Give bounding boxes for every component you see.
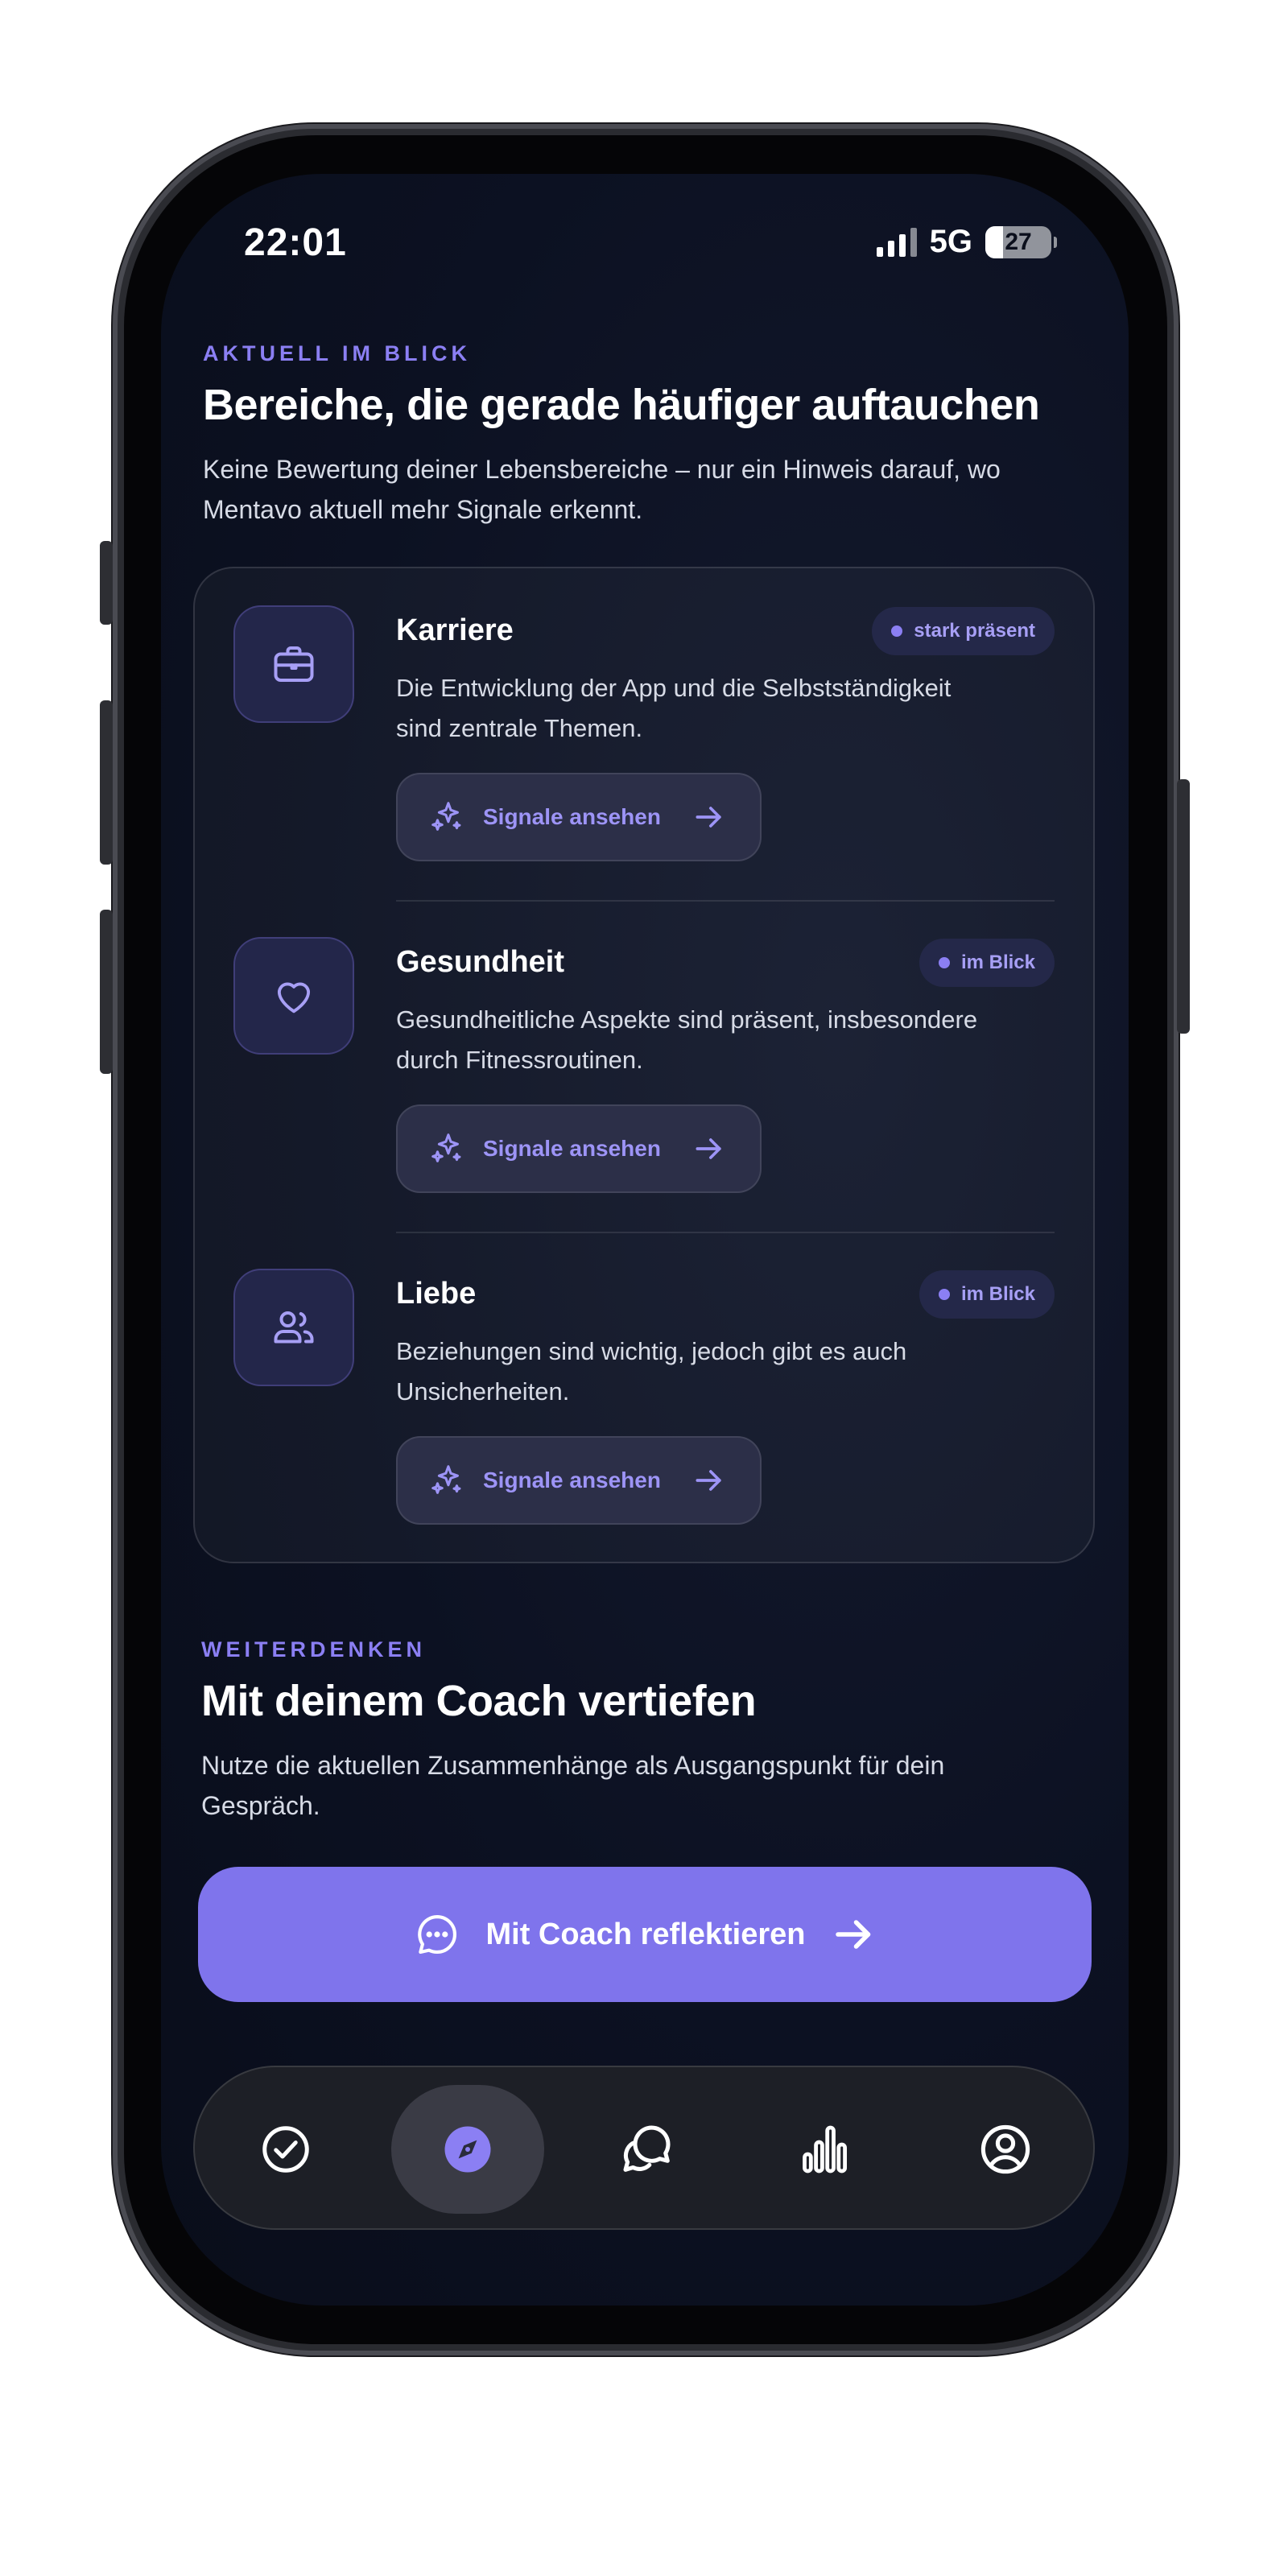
tab-explore[interactable] [391,2085,544,2214]
area-title: Karriere [396,613,514,647]
area-title: Gesundheit [396,945,565,979]
view-signals-label: Signale ansehen [483,804,661,829]
status-badge: im Blick [919,1270,1055,1319]
phone-power-button [1177,779,1190,1034]
area-description-line: Unsicherheiten. [396,1377,570,1406]
status-badge: stark präsent [872,607,1055,655]
area-item-gesundheit: Gesundheit im Blick Gesundheitliche Aspe… [195,900,1093,1222]
badge-label: im Blick [960,1283,1035,1305]
area-icon-container [233,1269,354,1386]
badge-dot [938,957,950,968]
area-description-line: Die Entwicklung der App und die Selbstst… [396,674,952,702]
chat-dots-icon [417,1914,456,1955]
tab-chat[interactable] [570,2085,723,2214]
phone-action-button [100,541,113,625]
chat-bubbles-icon [623,2125,671,2172]
phone-volume-down-button [100,910,113,1074]
view-signals-label: Signale ansehen [483,1468,661,1492]
app-screen: 22:01 5G 27 AKTUELL IM BLICK Bereiche, d… [161,174,1129,2306]
coach-subtitle-line: Nutze die aktuellen Zusammenhänge als Au… [201,1751,945,1780]
badge-label: stark präsent [914,620,1035,642]
tab-profile[interactable] [929,2085,1082,2214]
badge-dot [938,1289,950,1300]
heart-icon [277,982,311,1013]
phone-volume-up-button [100,700,113,865]
reflect-with-coach-label: Mit Coach reflektieren [485,1917,806,1951]
area-icon-container [233,937,354,1055]
tab-tasks[interactable] [209,2085,362,2214]
focus-eyebrow: AKTUELL IM BLICK [203,341,471,365]
people-icon [274,1311,314,1344]
focus-subtitle-line: Mentavo aktuell mehr Signale erkennt. [203,495,643,524]
coach-subtitle-line: Gespräch. [201,1791,320,1820]
area-item-karriere: Karriere stark präsent Die Entwicklung d… [195,568,1093,890]
network-type: 5G [929,224,972,259]
coach-subtitle: Nutze die aktuellen Zusammenhänge als Au… [201,1745,1087,1826]
sparkles-icon [431,1465,461,1494]
bottom-tab-bar [193,2066,1095,2230]
view-signals-button-karriere[interactable]: Signale ansehen [396,773,762,861]
status-indicators: 5G 27 [876,224,1057,260]
compass-icon [444,2126,491,2173]
arrow-right-icon [696,807,721,828]
profile-icon [980,2124,1030,2174]
sparkles-icon [431,802,461,831]
area-description: Gesundheitliche Aspekte sind präsent, in… [396,1000,1064,1080]
status-time: 22:01 [244,221,347,264]
area-description-line: durch Fitnessroutinen. [396,1046,643,1074]
cellular-signal-icon [876,227,917,257]
view-signals-label: Signale ansehen [483,1136,661,1161]
area-item-liebe: Liebe im Blick Beziehungen sind wichtig,… [195,1232,1093,1554]
view-signals-button-gesundheit[interactable]: Signale ansehen [396,1104,762,1193]
coach-title: Mit deinem Coach vertiefen [201,1677,757,1725]
battery-icon: 27 [985,225,1057,258]
area-description-line: sind zentrale Themen. [396,714,643,742]
bar-chart-icon [803,2125,848,2174]
briefcase-icon [274,646,314,682]
arrow-right-icon [835,1920,870,1949]
area-description: Die Entwicklung der App und die Selbstst… [396,668,1064,749]
area-description: Beziehungen sind wichtig, jedoch gibt es… [396,1331,1064,1412]
arrow-right-icon [696,1138,721,1159]
tab-insights[interactable] [749,2085,902,2214]
area-title: Liebe [396,1277,477,1311]
coach-eyebrow: WEITERDENKEN [201,1637,427,1662]
badge-dot [891,625,903,637]
reflect-with-coach-button[interactable]: Mit Coach reflektieren [198,1867,1092,2002]
sparkles-icon [431,1133,461,1162]
badge-label: im Blick [960,952,1035,973]
battery-level: 27 [1005,228,1032,255]
area-description-line: Gesundheitliche Aspekte sind präsent, in… [396,1005,978,1034]
arrow-right-icon [696,1470,721,1491]
focus-title: Bereiche, die gerade häufiger auftauchen [203,381,1040,429]
view-signals-button-liebe[interactable]: Signale ansehen [396,1436,762,1525]
areas-card: Karriere stark präsent Die Entwicklung d… [193,567,1095,1563]
focus-subtitle: Keine Bewertung deiner Lebensbereiche – … [203,449,1088,530]
focus-subtitle-line: Keine Bewertung deiner Lebensbereiche – … [203,455,1001,484]
status-badge: im Blick [919,939,1055,987]
area-description-line: Beziehungen sind wichtig, jedoch gibt es… [396,1337,907,1365]
check-circle-icon [262,2126,309,2173]
area-icon-container [233,605,354,723]
